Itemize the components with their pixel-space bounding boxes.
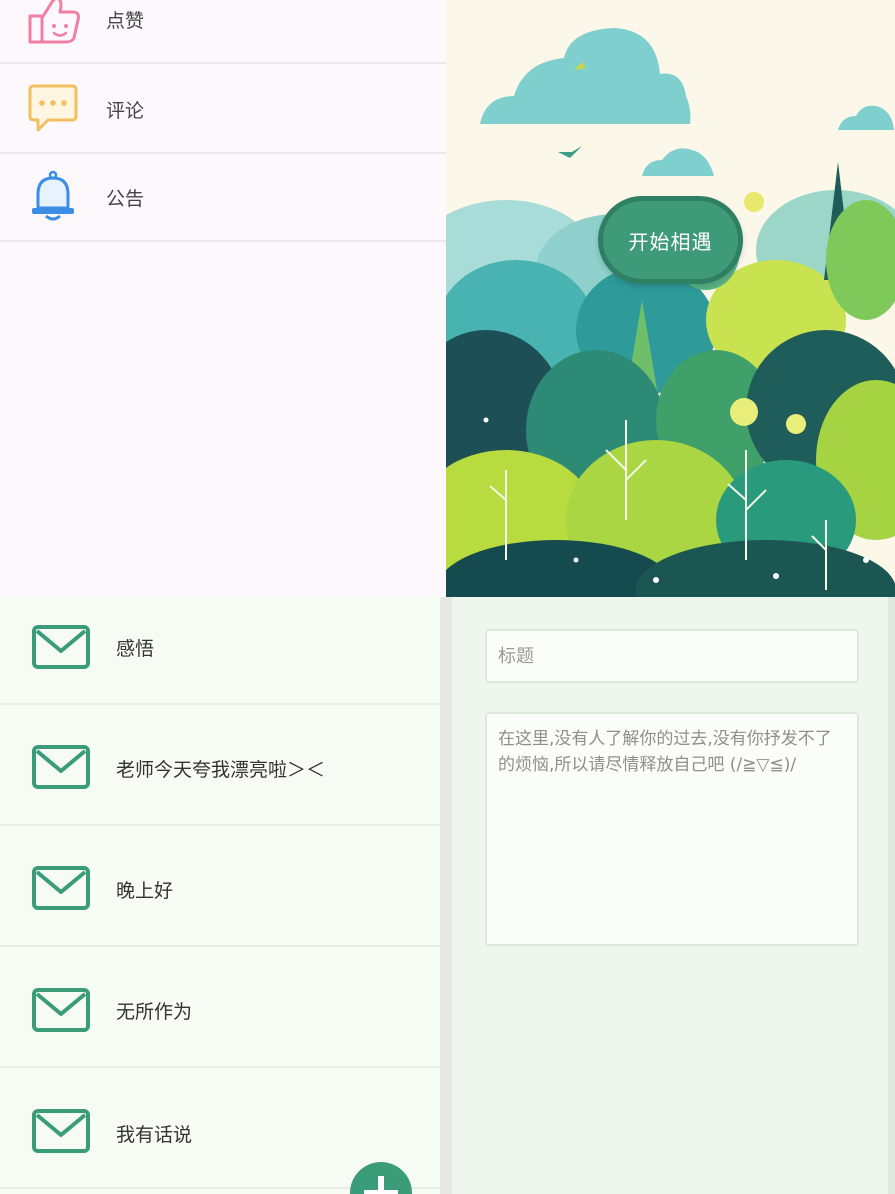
envelope-icon xyxy=(32,1109,90,1153)
welcome-panel: 开始相遇 xyxy=(446,0,895,597)
menu-item-label: 评论 xyxy=(106,99,145,122)
list-item[interactable]: 老师今天夸我漂亮啦＞＜ xyxy=(0,705,440,826)
list-item[interactable]: 晚上好 xyxy=(0,826,440,947)
menu-item-label: 点赞 xyxy=(106,9,145,32)
envelope-icon xyxy=(32,625,90,669)
letter-title: 感悟 xyxy=(116,638,155,660)
notification-menu-panel: 点赞 评论 公告 xyxy=(0,0,446,597)
letter-title: 无所作为 xyxy=(116,1001,193,1023)
letter-title: 我有话说 xyxy=(116,1124,193,1146)
envelope-icon xyxy=(32,745,90,789)
menu-item-announcement[interactable]: 公告 xyxy=(0,154,446,242)
forest-illustration xyxy=(446,0,895,597)
panel-divider xyxy=(440,597,452,1194)
title-input[interactable] xyxy=(485,629,859,683)
thumbs-up-icon xyxy=(28,0,80,44)
menu-item-label: 公告 xyxy=(106,187,145,210)
letter-title: 老师今天夸我漂亮啦＞＜ xyxy=(116,759,326,781)
list-item[interactable]: 感悟 xyxy=(0,597,440,705)
compose-panel xyxy=(452,597,895,1194)
menu-item-comment[interactable]: 评论 xyxy=(0,66,446,154)
list-item[interactable]: 无所作为 xyxy=(0,947,440,1068)
right-edge-scrollbar xyxy=(888,597,895,1194)
envelope-icon xyxy=(32,988,90,1032)
bell-icon xyxy=(32,170,74,221)
envelope-icon xyxy=(32,866,90,910)
letter-title: 晚上好 xyxy=(116,880,174,902)
content-textarea[interactable] xyxy=(485,712,859,946)
comment-bubble-icon xyxy=(28,84,78,132)
menu-item-like[interactable]: 点赞 xyxy=(0,0,446,64)
screenshot-collage: 点赞 评论 公告 开始相遇 感悟 老师今天夸我漂亮啦＞＜ 晚上好 无所作为 我有… xyxy=(0,0,895,1194)
start-encounter-button[interactable]: 开始相遇 xyxy=(598,196,743,284)
letter-list-panel: 感悟 老师今天夸我漂亮啦＞＜ 晚上好 无所作为 我有话说 xyxy=(0,597,440,1194)
